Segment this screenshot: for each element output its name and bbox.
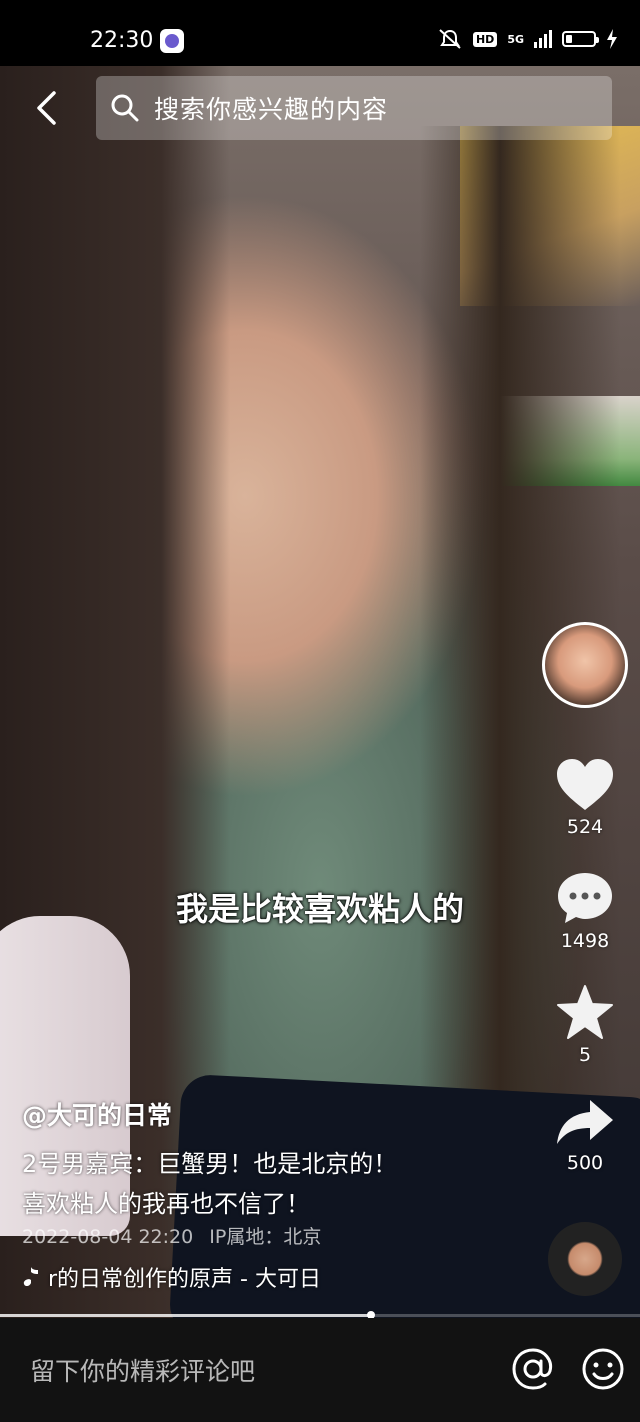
post-description: 2号男嘉宾：巨蟹男！也是北京的！ 喜欢粘人的我再也不信了！ — [22, 1144, 397, 1224]
music-disc[interactable] — [548, 1222, 622, 1296]
search-icon — [111, 94, 139, 122]
battery-icon — [562, 31, 599, 47]
like-count: 524 — [566, 816, 604, 838]
music-title: r的日常创作的原声 - 大可日 — [48, 1267, 321, 1292]
heart-icon — [557, 759, 613, 810]
author-avatar[interactable] — [542, 622, 628, 708]
status-bar: 22:30 HD 5G — [0, 0, 640, 66]
search-input[interactable]: 搜索你感兴趣的内容 — [96, 76, 612, 140]
comment-count: 1498 — [560, 930, 610, 952]
action-rail: 524 1498 5 500 — [542, 622, 628, 1174]
music-note-icon — [23, 1267, 38, 1287]
hd-badge: HD — [472, 31, 498, 47]
comment-input[interactable]: 留下你的精彩评论吧 — [30, 1352, 255, 1388]
share-icon — [557, 1100, 613, 1144]
author-name[interactable]: @大可的日常 — [22, 1096, 172, 1132]
star-icon — [557, 985, 613, 1039]
description-line: 喜欢粘人的我再也不信了！ — [22, 1190, 310, 1218]
signal-icon — [534, 30, 552, 48]
at-icon — [512, 1348, 553, 1390]
comment-bar: 留下你的精彩评论吧 — [0, 1318, 640, 1422]
comment-button[interactable]: 1498 — [555, 870, 615, 952]
network-label: 5G — [507, 32, 524, 46]
share-button[interactable]: 500 — [555, 1098, 615, 1174]
video-progress-fill — [0, 1314, 372, 1317]
comment-icon — [558, 873, 612, 923]
favorite-button[interactable]: 5 — [556, 984, 614, 1066]
emoji-icon — [582, 1348, 624, 1390]
status-time: 22:30 — [90, 28, 154, 53]
app-notification-icon — [160, 29, 184, 53]
mute-icon — [439, 29, 461, 49]
description-line: 2号男嘉宾：巨蟹男！也是北京的！ — [22, 1150, 398, 1178]
post-date: 2022-08-04 22:20 — [22, 1226, 194, 1248]
favorite-count: 5 — [578, 1044, 592, 1066]
ip-location: IP属地：北京 — [209, 1226, 322, 1248]
charging-icon — [607, 29, 617, 49]
mention-button[interactable] — [510, 1346, 556, 1392]
search-placeholder: 搜索你感兴趣的内容 — [154, 95, 389, 124]
share-count: 500 — [566, 1152, 604, 1174]
post-meta: 2022-08-04 22:20 IP属地：北京 — [22, 1222, 321, 1249]
video-progress-bar[interactable] — [0, 1311, 640, 1319]
emoji-button[interactable] — [580, 1346, 626, 1392]
back-arrow-icon — [37, 91, 56, 125]
back-button[interactable] — [26, 86, 66, 130]
music-info[interactable]: r的日常创作的原声 - 大可日 — [22, 1260, 342, 1294]
status-icons: HD 5G — [437, 28, 618, 50]
like-button[interactable]: 524 — [555, 758, 615, 838]
